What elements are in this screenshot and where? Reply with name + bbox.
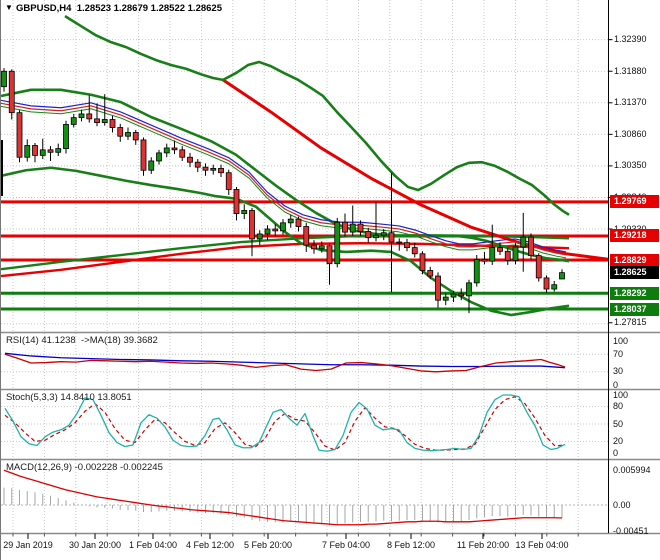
rsi-scale-label: 100 xyxy=(613,335,629,346)
stoch-scale-label: 80 xyxy=(613,401,624,412)
stoch-scale-label: 20 xyxy=(613,435,624,446)
rsi-scale-label: 70 xyxy=(613,348,624,359)
price-tick-label: 1.31370 xyxy=(614,97,660,109)
price-tick-label: 1.30350 xyxy=(614,160,660,172)
stoch-scale-label: 50 xyxy=(613,418,624,429)
time-tick-label: 13 Feb 04:00 xyxy=(515,540,569,550)
stoch-scale-label: 100 xyxy=(613,389,629,400)
price-sr-label: 1.28292 xyxy=(610,286,659,300)
price-sr-label: 1.29218 xyxy=(610,229,659,243)
time-tick-label: 8 Feb 12:00 xyxy=(386,540,436,550)
price-sr-label: 1.28037 xyxy=(610,302,659,316)
macd-scale-label: 0.005994 xyxy=(613,464,651,475)
chart-title: GBPUSD,H4 1.28523 1.28679 1.28522 1.2862… xyxy=(16,3,222,14)
stoch-label: Stoch(5,3,3) 14.8410 13.8051 xyxy=(6,392,132,403)
macd-label: MACD(12,26,9) -0.002228 -0.002245 xyxy=(6,462,163,473)
price-sr-label: 1.29769 xyxy=(610,195,659,209)
price-tick-label: 1.32390 xyxy=(614,34,660,46)
rsi-scale-label: 30 xyxy=(613,366,624,377)
price-tick-label: 1.30860 xyxy=(614,128,660,140)
price-tick-label: 1.27815 xyxy=(614,317,660,329)
macd-scale-label: 0.00 xyxy=(613,499,631,510)
macd-scale-label: -0.00451 xyxy=(613,525,649,536)
chart-window: ▼ GBPUSD,H4 1.28523 1.28679 1.28522 1.28… xyxy=(0,0,660,560)
price-sr-label: 1.28829 xyxy=(610,253,659,267)
time-tick-label: 5 Feb 20:00 xyxy=(243,540,293,550)
rsi-label: RSI(14) 41.1238 ->MA(18) 39.3682 xyxy=(6,335,158,346)
stoch-scale-label: 0 xyxy=(613,447,619,458)
price-chart-canvas[interactable] xyxy=(1,0,660,560)
price-tick-label: 1.31880 xyxy=(614,65,660,77)
price-sr-label: 1.28625 xyxy=(610,266,659,280)
chart-menu-icon[interactable]: ▼ xyxy=(5,3,13,12)
